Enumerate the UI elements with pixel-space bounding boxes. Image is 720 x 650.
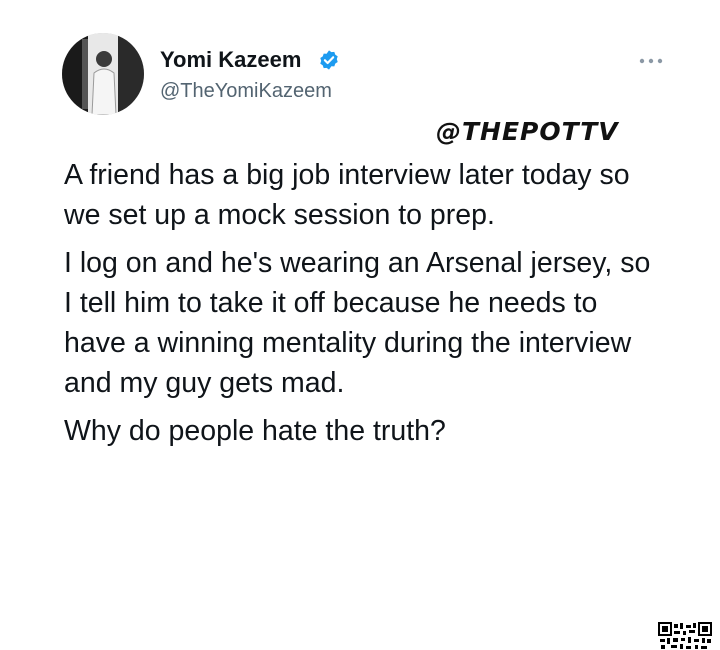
author-avatar[interactable]: [62, 33, 144, 115]
tweet-paragraph: A friend has a big job interview later t…: [64, 159, 630, 231]
qr-code-icon: [658, 622, 712, 650]
more-options-icon[interactable]: [638, 57, 664, 65]
watermark-text: @THEPOTTV: [436, 117, 619, 146]
verified-badge-icon: [320, 50, 338, 70]
tweet-paragraph: I log on and he's wearing an Arsenal jer…: [64, 247, 651, 399]
tweet-card: Yomi Kazeem @TheYomiKazeem @THEPOTTV A f…: [0, 0, 720, 650]
author-handle[interactable]: @TheYomiKazeem: [160, 79, 332, 103]
author-name[interactable]: Yomi Kazeem: [160, 47, 301, 73]
tweet-body: A friend has a big job interview later t…: [64, 155, 664, 459]
tweet-paragraph: Why do people hate the truth?: [64, 415, 446, 447]
